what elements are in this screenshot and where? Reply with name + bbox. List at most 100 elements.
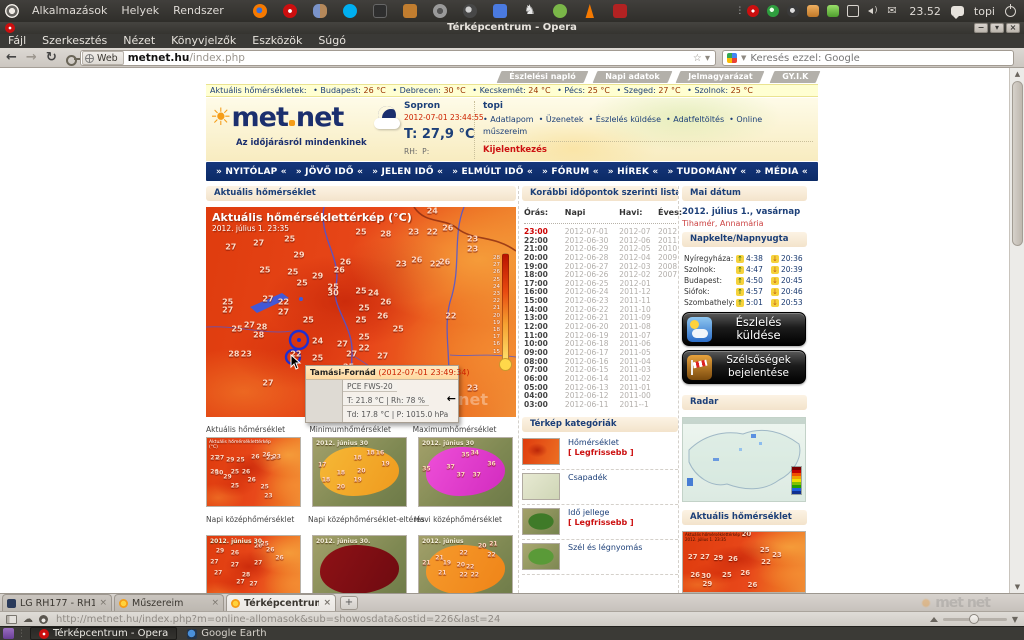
site-top-tab[interactable]: Jelmagyarázat (676, 71, 765, 83)
search-box[interactable]: ▼ (722, 50, 1014, 66)
back-icon[interactable]: ← (6, 50, 17, 65)
panel-clock[interactable]: 23.52 (909, 5, 941, 18)
yearly-link[interactable] (658, 392, 676, 401)
launcher-opera-icon[interactable] (283, 4, 297, 18)
opera-turbo-icon[interactable] (39, 615, 48, 624)
user-link[interactable]: • Üzenetek (539, 115, 584, 124)
panels-toggle-icon[interactable] (6, 615, 17, 624)
extremes-report-button[interactable]: Szélsőségekbejelentése (682, 350, 806, 384)
key-icon[interactable] (66, 50, 80, 65)
browser-tab[interactable]: LG RH177 - RH188...× (2, 594, 112, 611)
category-thumb-icon[interactable] (522, 508, 560, 535)
daily-link[interactable]: 2012-06-11 (565, 401, 620, 410)
tab-close-icon[interactable]: × (323, 598, 331, 608)
nav-item[interactable]: » HÍREK « (608, 167, 659, 177)
reload-icon[interactable]: ↻ (46, 50, 57, 65)
yearly-link[interactable]: 2007 (658, 271, 676, 280)
site-top-tab[interactable]: GY.I.K (769, 71, 820, 83)
maximize-button[interactable]: ▾ (990, 23, 1004, 33)
zoom-slider[interactable] (943, 618, 1007, 621)
launcher-media-icon[interactable] (373, 4, 387, 18)
menu-item[interactable]: Súgó (318, 34, 346, 47)
launcher-dcpp-icon[interactable] (613, 4, 627, 18)
yearly-link[interactable] (658, 349, 676, 358)
site-top-tab[interactable]: Napi adatok (592, 71, 671, 83)
launcher-vlc-icon[interactable] (583, 4, 597, 18)
tab-close-icon[interactable]: × (99, 598, 107, 608)
launcher-settings-icon[interactable] (433, 4, 447, 18)
yearly-link[interactable] (658, 306, 676, 315)
launcher-skype-icon[interactable] (343, 4, 357, 18)
map-thumbnail[interactable]: 2012. június 3018181619201818192017 (312, 437, 407, 507)
search-input[interactable] (750, 53, 1013, 64)
tab-close-icon[interactable]: × (211, 598, 219, 608)
launcher-firefox-icon[interactable] (253, 4, 267, 18)
panel-menu[interactable]: Helyek (114, 0, 166, 22)
yearly-link[interactable] (658, 280, 676, 289)
scroll-down-icon[interactable]: ▼ (1010, 583, 1024, 591)
radar-map[interactable] (682, 417, 806, 502)
map-thumbnail[interactable]: 2012. június202122222121192022222122 (418, 535, 513, 593)
power-icon[interactable] (1005, 6, 1016, 17)
menu-item[interactable]: Nézet (123, 34, 155, 47)
menu-item[interactable]: Fájl (8, 34, 26, 47)
nav-item[interactable]: » ELMÚLT IDŐ « (452, 167, 533, 177)
search-engine-caret-icon[interactable]: ▼ (741, 54, 746, 62)
yearly-link[interactable] (658, 297, 676, 306)
opera-tray-icon[interactable] (747, 5, 759, 17)
nav-item[interactable]: » MÉDIA « (755, 167, 808, 177)
launcher-users-icon[interactable] (313, 4, 327, 18)
yearly-link[interactable] (658, 340, 676, 349)
user-link[interactable]: • Adatlapom (483, 115, 534, 124)
taskbar-item[interactable]: Google Earth (179, 627, 274, 640)
category-item[interactable]: Idő jellege[ Legfrissebb ] (522, 505, 678, 540)
yearly-link[interactable] (658, 288, 676, 297)
zoom-caret-icon[interactable]: ▼ (1012, 615, 1018, 624)
station-name[interactable]: Sopron (404, 101, 474, 111)
mini-temperature-map[interactable]: Aktuális hőmérséklettérkép (°C)2012. júl… (682, 531, 806, 593)
nav-item[interactable]: » TUDOMÁNY « (667, 167, 746, 177)
yearly-link[interactable] (658, 401, 676, 410)
workspace-switcher-icon[interactable] (3, 628, 14, 639)
opera-link-cloud-icon[interactable]: ☁ (23, 613, 33, 626)
yearly-link[interactable] (658, 314, 676, 323)
panel-menu[interactable]: Rendszer (166, 0, 231, 22)
green-tray-icon[interactable] (767, 5, 779, 17)
map-thumbnail[interactable]: 2012. június 302625262629262727272728272… (206, 535, 301, 593)
scrollbar-thumb[interactable] (1012, 81, 1023, 246)
category-thumb-icon[interactable] (522, 438, 560, 465)
yearly-link[interactable] (658, 366, 676, 375)
yearly-link[interactable] (658, 384, 676, 393)
metnet-logo[interactable]: ☀ metnet (210, 104, 343, 132)
ubuntu-logo-icon[interactable] (5, 4, 19, 18)
map-thumbnail[interactable]: 2012. június 30. (312, 535, 407, 593)
new-tab-button[interactable]: + (340, 596, 358, 610)
category-item[interactable]: Hőmérséklet[ Legfrissebb ] (522, 435, 678, 470)
scroll-up-icon[interactable]: ▲ (1010, 70, 1024, 78)
launcher-steam-icon[interactable] (463, 4, 477, 18)
session-username[interactable]: topi (974, 5, 995, 18)
site-top-tab[interactable]: Észlelési napló (497, 71, 588, 83)
category-thumb-icon[interactable] (522, 473, 560, 500)
minimize-button[interactable]: − (974, 23, 988, 33)
nav-item[interactable]: » JELEN IDŐ « (372, 167, 443, 177)
zoom-control[interactable]: ▼ (930, 615, 1018, 624)
steam-tray-icon[interactable] (787, 5, 799, 17)
logout-link[interactable]: Kijelentkezés (483, 145, 547, 155)
user-link[interactable]: • Észlelés küldése (589, 115, 661, 124)
yearly-link[interactable] (658, 323, 676, 332)
yearly-link[interactable] (658, 375, 676, 384)
category-item[interactable]: Szél és légnyomás (522, 540, 678, 575)
forward-icon[interactable]: → (26, 50, 37, 65)
category-item[interactable]: Csapadék (522, 470, 678, 505)
launcher-chess-icon[interactable] (523, 4, 537, 18)
yearly-link[interactable] (658, 332, 676, 341)
network-tray-icon[interactable] (847, 5, 859, 17)
yearly-link[interactable] (658, 358, 676, 367)
nav-item[interactable]: » NYITÓLAP « (216, 167, 287, 177)
hour-link[interactable]: 03:00 (524, 401, 565, 410)
launcher-utorrent-icon[interactable] (553, 4, 567, 18)
page-scrollbar[interactable]: ▲ ▼ (1009, 68, 1024, 593)
browser-tab[interactable]: Térképcentrum× (226, 594, 336, 611)
address-field[interactable]: Web metnet.hu /index.php ☆ ▾ (80, 50, 716, 66)
